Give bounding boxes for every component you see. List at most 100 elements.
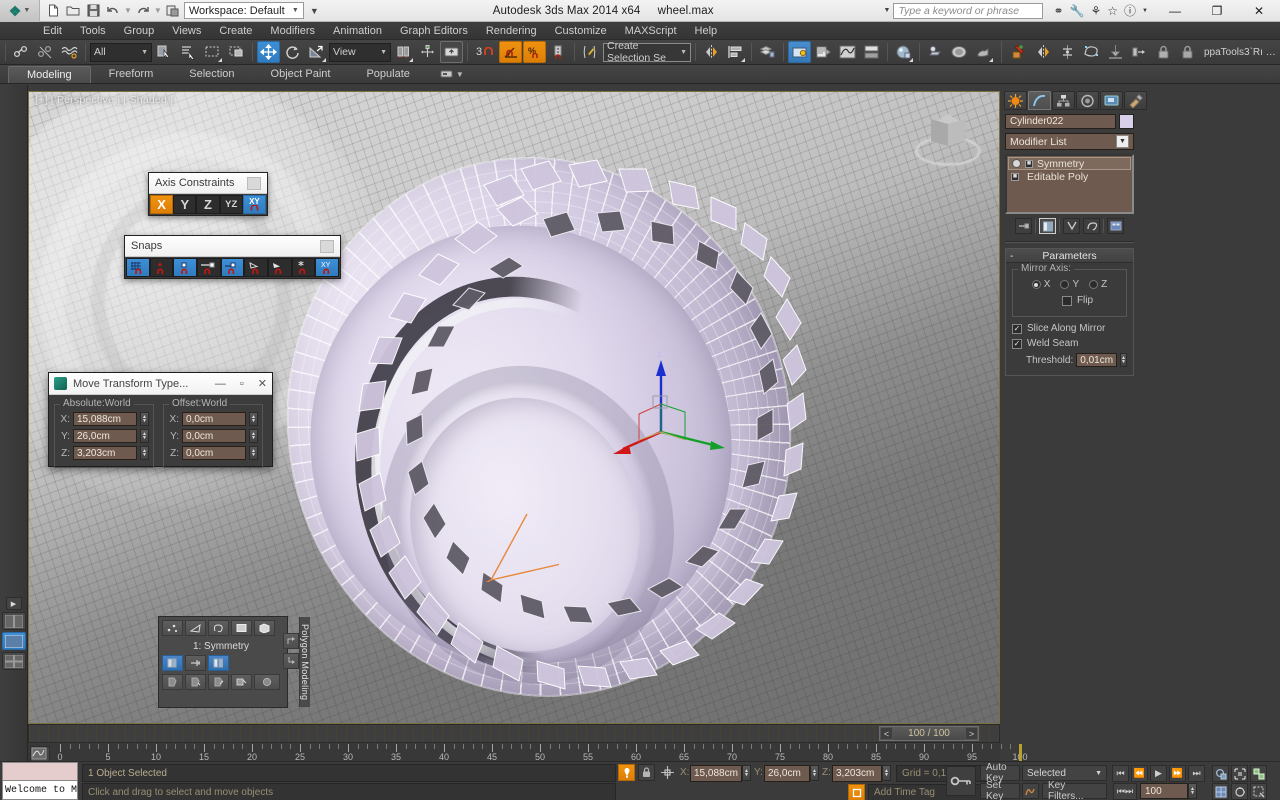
render-setup-icon[interactable] (924, 41, 947, 63)
select-link-icon[interactable] (10, 41, 33, 63)
curve-editor-icon[interactable] (836, 41, 859, 63)
add-time-tag-icon[interactable] (848, 784, 865, 800)
absolute-x-input[interactable]: 15,088cm (73, 412, 137, 426)
hierarchy-tab[interactable] (1052, 91, 1075, 110)
tangent-snap-button[interactable] (291, 258, 316, 277)
time-configuration-icon[interactable] (1212, 765, 1229, 782)
light-bulb-icon[interactable] (1012, 159, 1021, 168)
lock-icon[interactable] (638, 764, 655, 781)
wrench-icon[interactable]: 🔧 (1070, 4, 1085, 18)
menu-item-rendering[interactable]: Rendering (477, 22, 546, 40)
utilities-tab[interactable] (1124, 91, 1147, 110)
named-selection-set-combo[interactable]: Create Selection Se ▼ (603, 40, 691, 64)
unlink-icon[interactable] (34, 41, 57, 63)
open-icon[interactable] (64, 2, 82, 20)
window-crossing-icon[interactable] (225, 41, 248, 63)
maxscript-output-line[interactable]: Welcome to M (2, 781, 78, 800)
polygon-modeling-floater[interactable]: 1: Symmetry Polygon Modeling (158, 616, 310, 708)
workspace-selector[interactable]: Workspace: Default ▼ (183, 2, 304, 19)
selection-filter-combo[interactable]: All ▼ (90, 42, 152, 62)
previous-frame-icon[interactable]: ⏪ (1131, 765, 1148, 782)
wheel-model[interactable]: Z (231, 104, 847, 723)
chevron-down-icon[interactable]: ▼ (23, 7, 30, 14)
rendered-frame-window-icon[interactable] (948, 41, 971, 63)
minimize-button[interactable]: — (1154, 0, 1196, 22)
offset-y-spinner[interactable]: ▲ ▼ (249, 429, 258, 443)
apply-modifier-icon[interactable] (208, 674, 229, 690)
mirror-axis-z-radio[interactable]: Z (1089, 279, 1107, 290)
offset-x-input[interactable]: 0,0cm (182, 412, 246, 426)
current-frame-input[interactable]: 100 (1140, 783, 1188, 799)
polygon-subobject-icon[interactable] (231, 620, 252, 636)
selection-lock-toggle-icon[interactable] (618, 764, 635, 781)
close-icon[interactable] (320, 239, 334, 253)
auto-key-button[interactable]: Auto Key (980, 762, 1020, 784)
absolute-y-spinner[interactable]: ▲ ▼ (140, 429, 149, 443)
face-snap-button[interactable] (220, 258, 245, 277)
chevron-down-icon[interactable]: ▼ (1142, 8, 1148, 14)
help-icon[interactable]: ⓘ (1124, 2, 1136, 19)
go-to-start-icon[interactable]: ⏮ (1112, 765, 1129, 782)
viewport-label[interactable]: [+] [ Perspective ] [ Shaded ] (35, 94, 173, 106)
axis-constraints-titlebar[interactable]: Axis Constraints (149, 173, 267, 194)
project-folder-icon[interactable] (164, 2, 182, 20)
ribbon-tab-object-paint[interactable]: Object Paint (253, 66, 349, 83)
axis-yz-button[interactable]: YZ (219, 195, 243, 214)
new-icon[interactable] (44, 2, 62, 20)
containers-icon[interactable] (812, 41, 835, 63)
viewport-layout-single-icon[interactable] (1, 632, 26, 650)
threshold-spinner[interactable]: ▲ ▼ (1120, 353, 1127, 367)
menu-item-group[interactable]: Group (115, 22, 164, 40)
coord-z-field[interactable]: 3,203cm (832, 765, 882, 782)
next-frame-icon[interactable]: ⏩ (1169, 765, 1186, 782)
select-and-move-icon[interactable] (257, 41, 280, 63)
make-unique-icon[interactable] (185, 674, 206, 690)
save-icon[interactable] (84, 2, 102, 20)
lock-icon[interactable] (1176, 41, 1199, 63)
edit-named-selection-sets-icon[interactable] (579, 41, 602, 63)
key-filters-button[interactable]: Key Filters... (1042, 780, 1107, 800)
zoom-all-icon[interactable] (1250, 765, 1267, 782)
close-button[interactable]: ✕ (258, 377, 267, 390)
threshold-input[interactable]: 0,01cm (1076, 353, 1118, 367)
snaps-toggle-icon[interactable]: 3 (472, 41, 498, 63)
select-by-name-icon[interactable] (177, 41, 200, 63)
view-cube[interactable] (913, 110, 983, 172)
midpoint-snap-button[interactable] (268, 258, 292, 277)
ribbon-tab-populate[interactable]: Populate (348, 66, 427, 83)
make-unique-icon[interactable] (1063, 218, 1080, 234)
axis-z-button[interactable]: Z (196, 195, 220, 214)
snaps-floater[interactable]: Snaps XY (124, 235, 341, 279)
ribbon-display-icon[interactable] (440, 69, 453, 79)
offset-y-input[interactable]: 0,0cm (182, 429, 246, 443)
expand-modifier-icon[interactable]: ■ (1011, 172, 1019, 181)
mirror-axis-x-radio[interactable]: X (1031, 279, 1050, 290)
spinner-snap-toggle-icon[interactable] (547, 41, 570, 63)
set-key-button[interactable]: Set Key (980, 780, 1020, 800)
vertex-snap-button[interactable] (173, 258, 198, 277)
lock-selection-icon[interactable] (1152, 41, 1175, 63)
modifier-stack-item-symmetry[interactable]: ■ Symmetry (1008, 157, 1131, 170)
drop-to-floor-icon[interactable] (1104, 41, 1127, 63)
undo-icon[interactable] (104, 2, 122, 20)
absolute-y-input[interactable]: 26,0cm (73, 429, 137, 443)
transform-gizmo[interactable]: Z (609, 352, 739, 462)
collapse-stack-icon[interactable] (162, 674, 183, 690)
play-animation-icon[interactable]: ▶ (1150, 765, 1167, 782)
scene-explorer-icon[interactable] (788, 41, 811, 63)
maxscript-input-line[interactable] (2, 762, 78, 781)
keyboard-shortcut-override-icon[interactable] (440, 41, 463, 63)
subscription-icon[interactable]: ⚘ (1091, 4, 1102, 18)
preserve-uvs-icon[interactable] (231, 674, 252, 690)
full-interactivity-icon[interactable] (254, 674, 280, 690)
undo-dropdown-icon[interactable]: ▼ (124, 6, 132, 15)
modifier-stack[interactable]: ■ Symmetry ■ Editable Poly (1005, 154, 1134, 214)
ribbon-tab-selection[interactable]: Selection (171, 66, 252, 83)
coord-x-spinner[interactable]: ▲ ▼ (742, 765, 751, 781)
previous-frame-button[interactable]: < (880, 727, 893, 740)
chevron-down-icon[interactable]: ▼ (884, 7, 891, 14)
offset-z-input[interactable]: 0,0cm (182, 446, 246, 460)
select-and-rotate-icon[interactable] (281, 41, 304, 63)
menu-item-views[interactable]: Views (163, 22, 210, 40)
border-subobject-icon[interactable] (208, 620, 229, 636)
